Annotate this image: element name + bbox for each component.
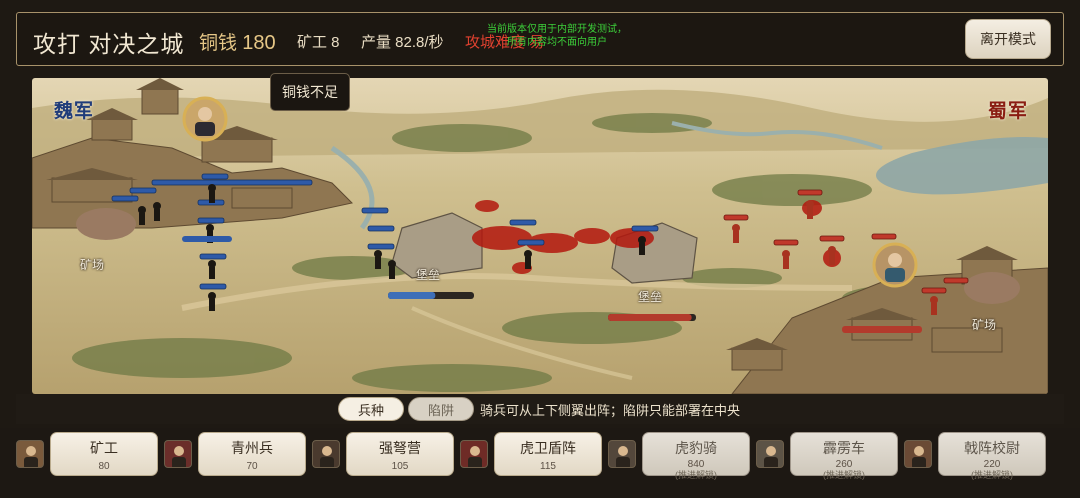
unit-card[interactable]: 戟阵校尉 220 (推进解锁) — [938, 432, 1046, 480]
unit-lock-text: (推进解锁) — [971, 470, 1013, 480]
insufficient-copper-tooltip: 铜钱不足 — [270, 73, 350, 111]
unit-name: 虎豹骑 — [675, 440, 717, 456]
right-mine-label: 矿场 — [972, 318, 997, 332]
tab-traps[interactable]: 陷阱 — [408, 397, 474, 421]
tab-units[interactable]: 兵种 — [338, 397, 404, 421]
unit-name: 戟阵校尉 — [964, 440, 1020, 456]
unit-card-row: 矿工 80 青州兵 70 强弩营 105 虎卫盾阵 115 虎豹骑 840 (推进解锁) 霹雳车 260… — [0, 428, 1080, 498]
dev-notice: 当前版本仅用于内部开发测试， 所有内容均不面向用户 — [457, 23, 657, 49]
unit-portrait-icon — [904, 440, 932, 468]
unit-lock-text: (推进解锁) — [823, 470, 865, 480]
unit-portrait-icon — [756, 440, 784, 468]
miner-count: 矿工 8 — [297, 34, 340, 51]
right-fort-label: 堡垒 — [638, 290, 663, 304]
left-fort-label: 堡垒 — [416, 268, 441, 282]
unit-cost: 70 — [246, 461, 258, 472]
unit-cost: 220 — [983, 459, 1001, 470]
wei-general-portrait — [182, 96, 228, 142]
right-fort-health-fill — [608, 314, 692, 321]
unit-lock-text: (推进解锁) — [675, 470, 717, 480]
game-screen: 攻打 对决之城 铜钱 180 矿工 8 产量 82.8/秒 攻城难度 易 当前版… — [0, 0, 1080, 498]
unit-card[interactable]: 矿工 80 — [50, 432, 158, 476]
deploy-tabs-bar: 兵种 陷阱 骑兵可从上下侧翼出阵；陷阱只能部署在中央 — [16, 394, 1064, 424]
wei-army-label: 魏军 — [54, 101, 95, 122]
unit-card[interactable]: 青州兵 70 — [198, 432, 306, 476]
unit-portrait-icon — [312, 440, 340, 468]
unit-cost: 105 — [391, 461, 409, 472]
copper-value: 180 — [242, 32, 276, 54]
left-fort-health-fill — [388, 292, 436, 299]
unit-portrait-icon — [460, 440, 488, 468]
copper-label: 铜钱 — [199, 33, 238, 54]
unit-name: 青州兵 — [231, 440, 273, 456]
unit-cost: 115 — [540, 461, 556, 472]
unit-cost: 80 — [98, 461, 110, 472]
unit-card[interactable]: 强弩营 105 — [346, 432, 454, 476]
unit-name: 虎卫盾阵 — [520, 440, 576, 456]
shu-general-portrait — [872, 242, 918, 288]
shu-army-label: 蜀军 — [987, 101, 1028, 122]
unit-cost: 840 — [687, 459, 705, 470]
dev-notice-line-2: 所有内容均不面向用户 — [507, 37, 607, 48]
deploy-hint: 骑兵可从上下侧翼出阵；陷阱只能部署在中央 — [480, 403, 741, 418]
unit-name: 强弩营 — [379, 440, 421, 456]
unit-name: 矿工 — [90, 440, 118, 456]
production-rate: 产量 82.8/秒 — [361, 34, 444, 51]
unit-card[interactable]: 虎卫盾阵 115 — [494, 432, 602, 476]
unit-card[interactable]: 虎豹骑 840 (推进解锁) — [642, 432, 750, 480]
unit-portrait-icon — [608, 440, 636, 468]
unit-portrait-icon — [164, 440, 192, 468]
top-bar: 攻打 对决之城 铜钱 180 矿工 8 产量 82.8/秒 攻城难度 易 当前版… — [16, 12, 1064, 66]
unit-cost: 260 — [835, 459, 853, 470]
unit-card[interactable]: 霹雳车 260 (推进解锁) — [790, 432, 898, 480]
dev-notice-line-1: 当前版本仅用于内部开发测试， — [487, 24, 627, 35]
battlefield-map[interactable]: 魏军 蜀军 矿场 矿场 堡垒 堡垒 — [32, 78, 1048, 394]
leave-mode-button[interactable]: 离开模式 — [965, 19, 1051, 59]
unit-name: 霹雳车 — [823, 440, 865, 456]
unit-portrait-icon — [16, 440, 44, 468]
copper-counter: 铜钱 180 — [199, 28, 276, 55]
left-mine-label: 矿场 — [80, 258, 105, 272]
mode-title: 攻打 对决之城 — [33, 31, 185, 57]
